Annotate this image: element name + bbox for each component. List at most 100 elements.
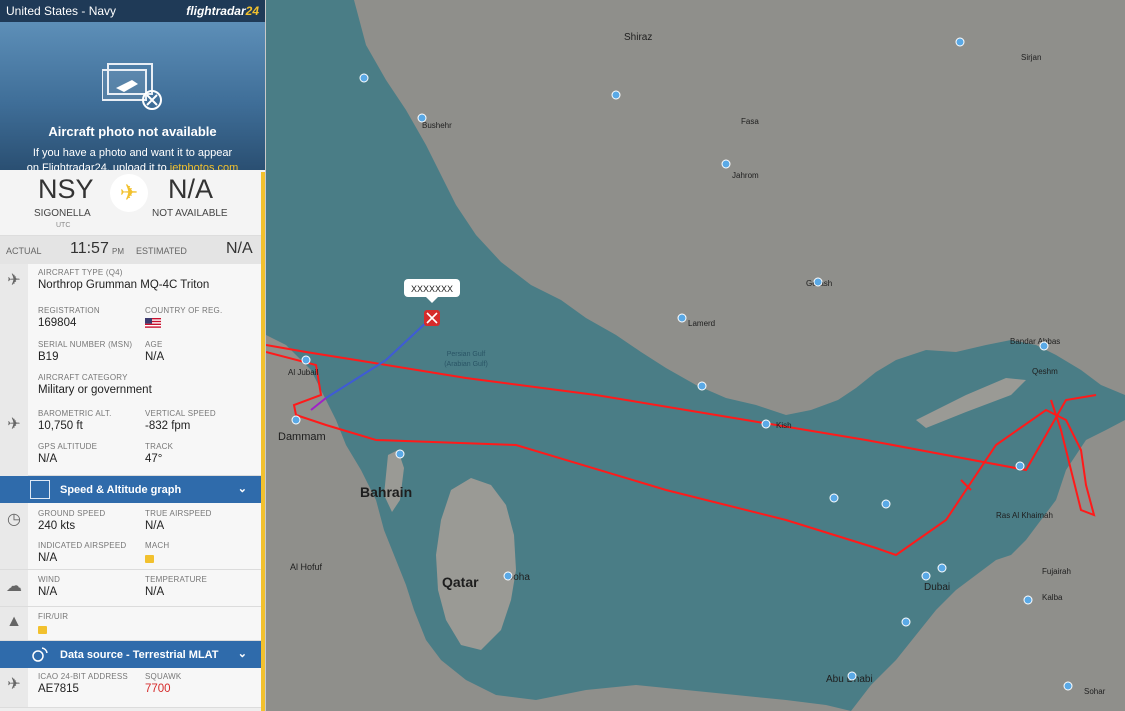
airport-pin-icon[interactable]	[301, 355, 311, 365]
age-label: AGE	[145, 340, 163, 349]
airport-pin-icon[interactable]	[937, 563, 947, 573]
label-fujairah: Fujairah	[1042, 567, 1071, 576]
airport-pin-icon[interactable]	[921, 571, 931, 581]
temperature-value: N/A	[145, 586, 165, 598]
airport-pin-icon[interactable]	[359, 73, 369, 83]
aircraft-type-value: Northrop Grumman MQ-4C Triton	[38, 279, 210, 291]
icao-field: ICAO 24-BIT ADDRESS AE7815	[38, 672, 128, 695]
destination-code: N/A	[168, 174, 214, 204]
altitude-icon: ✈	[0, 404, 28, 476]
label-qeshm: Qeshm	[1032, 367, 1058, 376]
destination-name: NOT AVAILABLE	[152, 208, 228, 219]
aircraft-details-section: ✈ ✈ AIRCRAFT TYPE (Q4) Northrop Grumman …	[0, 264, 265, 476]
fir-section: ▲ FIR/UIR	[0, 607, 265, 641]
airport-pin-icon[interactable]	[829, 493, 839, 503]
satellite-icon	[30, 645, 50, 664]
airport-pin-icon[interactable]	[881, 499, 891, 509]
category-field: AIRCRAFT CATEGORY Military or government	[38, 373, 152, 396]
actual-label: ACTUAL	[6, 246, 42, 256]
origin-name: SIGONELLA	[34, 208, 91, 219]
airport-pin-icon[interactable]	[721, 159, 731, 169]
plane-icon: ✈	[110, 174, 148, 212]
map-canvas[interactable]: XXXXXXX Persian Gulf (Arabian Gulf) Shir…	[266, 0, 1125, 711]
gps-alt-label: GPS ALTITUDE	[38, 442, 98, 451]
lock-icon[interactable]	[145, 555, 154, 563]
aircraft-type-label: AIRCRAFT TYPE (Q4)	[38, 268, 123, 277]
aircraft-marker[interactable]	[424, 310, 440, 326]
wind-label: WIND	[38, 575, 61, 584]
chevron-down-icon: ⌄	[237, 483, 247, 495]
label-al-jubail: Al Jubail	[288, 368, 318, 377]
indicated-airspeed-value: N/A	[38, 552, 58, 564]
icao-value: AE7815	[38, 683, 79, 695]
panel-scrollbar[interactable]	[261, 172, 265, 711]
wind-value: N/A	[38, 586, 58, 598]
flightradar24-logo[interactable]: flightradar24	[186, 4, 259, 18]
brand-num: 24	[245, 4, 259, 18]
label-fasa: Fasa	[741, 117, 759, 126]
lock-icon[interactable]	[38, 626, 47, 634]
airport-pin-icon[interactable]	[697, 381, 707, 391]
label-sirjan: Sirjan	[1021, 53, 1041, 62]
speed-altitude-graph-toggle[interactable]: Speed & Altitude graph ⌄	[0, 476, 265, 503]
data-source-toggle[interactable]: Data source - Terrestrial MLAT ⌄	[0, 641, 265, 668]
age-field: AGE N/A	[145, 340, 164, 363]
airport-pin-icon[interactable]	[1015, 461, 1025, 471]
actual-ampm: PM	[112, 247, 124, 256]
airport-pin-icon[interactable]	[1039, 341, 1049, 351]
panel-header: United States - Navy flightradar24	[0, 0, 265, 22]
airport-pin-icon[interactable]	[677, 313, 687, 323]
weather-section: ☁ WIND N/A TEMPERATURE N/A	[0, 570, 265, 607]
persian-gulf-label: Persian Gulf	[447, 351, 486, 358]
operator-title: United States - Navy	[6, 4, 117, 18]
age-value: N/A	[145, 351, 165, 363]
airport-pin-icon[interactable]	[761, 419, 771, 429]
aircraft-photo-placeholder: Aircraft photo not available If you have…	[0, 22, 265, 174]
actual-time: 11:57	[70, 240, 109, 257]
label-shiraz: Shiraz	[624, 32, 652, 43]
registration-field: REGISTRATION 169804	[38, 306, 100, 329]
label-bahrain: Bahrain	[360, 484, 412, 500]
label-bushehr: Bushehr	[422, 121, 452, 130]
gps-alt-value: N/A	[38, 453, 58, 465]
route-summary: NSY ✈ N/A SIGONELLA NOT AVAILABLE UTC	[0, 170, 265, 236]
squawk-value: 7700	[145, 683, 171, 695]
airport-pin-icon[interactable]	[503, 571, 513, 581]
us-flag-icon	[145, 318, 161, 328]
gps-alt-field: GPS ALTITUDE N/A	[38, 442, 97, 465]
wind-field: WIND N/A	[38, 575, 60, 598]
category-value: Military or government	[38, 384, 152, 396]
indicated-airspeed-label: INDICATED AIRSPEED	[38, 541, 127, 550]
airport-pin-icon[interactable]	[291, 415, 301, 425]
airport-pin-icon[interactable]	[901, 617, 911, 627]
vspeed-label: VERTICAL SPEED	[145, 409, 216, 418]
fir-field: FIR/UIR	[38, 612, 68, 639]
airport-pin-icon[interactable]	[395, 449, 405, 459]
squawk-label: SQUAWK	[145, 672, 182, 681]
airport-pin-icon[interactable]	[813, 277, 823, 287]
arabian-gulf-label: (Arabian Gulf)	[444, 361, 488, 368]
flight-map[interactable]: XXXXXXX Persian Gulf (Arabian Gulf) Shir…	[266, 0, 1125, 711]
airport-pin-icon[interactable]	[417, 113, 427, 123]
country-field: COUNTRY OF REG.	[145, 306, 222, 333]
airport-pin-icon[interactable]	[955, 37, 965, 47]
airport-pin-icon[interactable]	[847, 671, 857, 681]
origin-code[interactable]: NSY	[38, 174, 94, 205]
speed-graph-label: Speed & Altitude graph	[60, 484, 182, 496]
brand-text: flightradar	[186, 4, 246, 18]
airport-pin-icon[interactable]	[611, 90, 621, 100]
track-label: TRACK	[145, 442, 174, 451]
airport-pin-icon[interactable]	[1063, 681, 1073, 691]
vspeed-value: -832 fpm	[145, 420, 191, 432]
estimated-time: N/A	[226, 240, 253, 257]
baro-alt-label: BAROMETRIC ALT.	[38, 409, 112, 418]
true-airspeed-value: N/A	[145, 520, 165, 532]
true-airspeed-label: TRUE AIRSPEED	[145, 509, 212, 518]
label-al-hofuf: Al Hofuf	[290, 562, 323, 572]
data-source-label: Data source - Terrestrial MLAT	[60, 649, 219, 661]
callout-text: XXXXXXX	[411, 284, 453, 294]
airport-pin-icon[interactable]	[1023, 595, 1033, 605]
country-label: COUNTRY OF REG.	[145, 306, 223, 315]
weather-icon: ☁	[0, 570, 28, 606]
track-field: TRACK 47°	[145, 442, 173, 465]
